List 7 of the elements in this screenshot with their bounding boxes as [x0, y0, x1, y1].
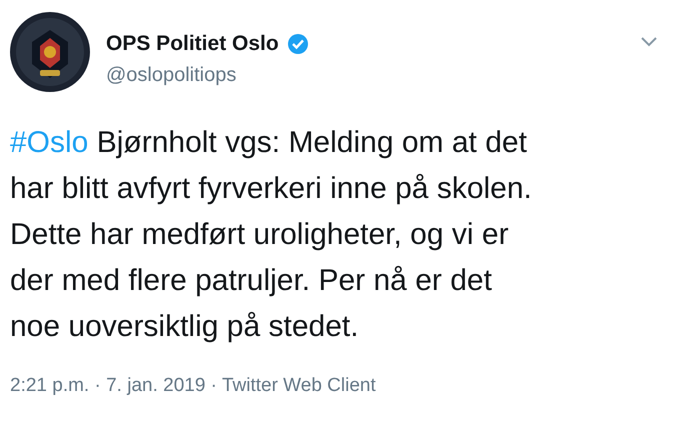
account-handle[interactable]: @oslopolitiops	[106, 60, 640, 90]
avatar[interactable]	[10, 12, 90, 92]
tweet-text: #Oslo Bjørnholt vgs: Melding om at det har blitt avfyrt fyrverkeri inne på skolen. Dette har medført uroligheter, og vi er der med flere patruljer. Per nå er det noe uoversiktlig på stedet.	[10, 125, 533, 345]
account-name[interactable]: OPS Politiet Oslo	[106, 28, 279, 60]
chevron-icon[interactable]	[640, 36, 658, 47]
tweet-timestamp[interactable]: 2:21 p.m. · 7. jan. 2019 · Twitter Web Client	[10, 372, 666, 400]
hashtag-link[interactable]: #Oslo	[10, 126, 88, 159]
